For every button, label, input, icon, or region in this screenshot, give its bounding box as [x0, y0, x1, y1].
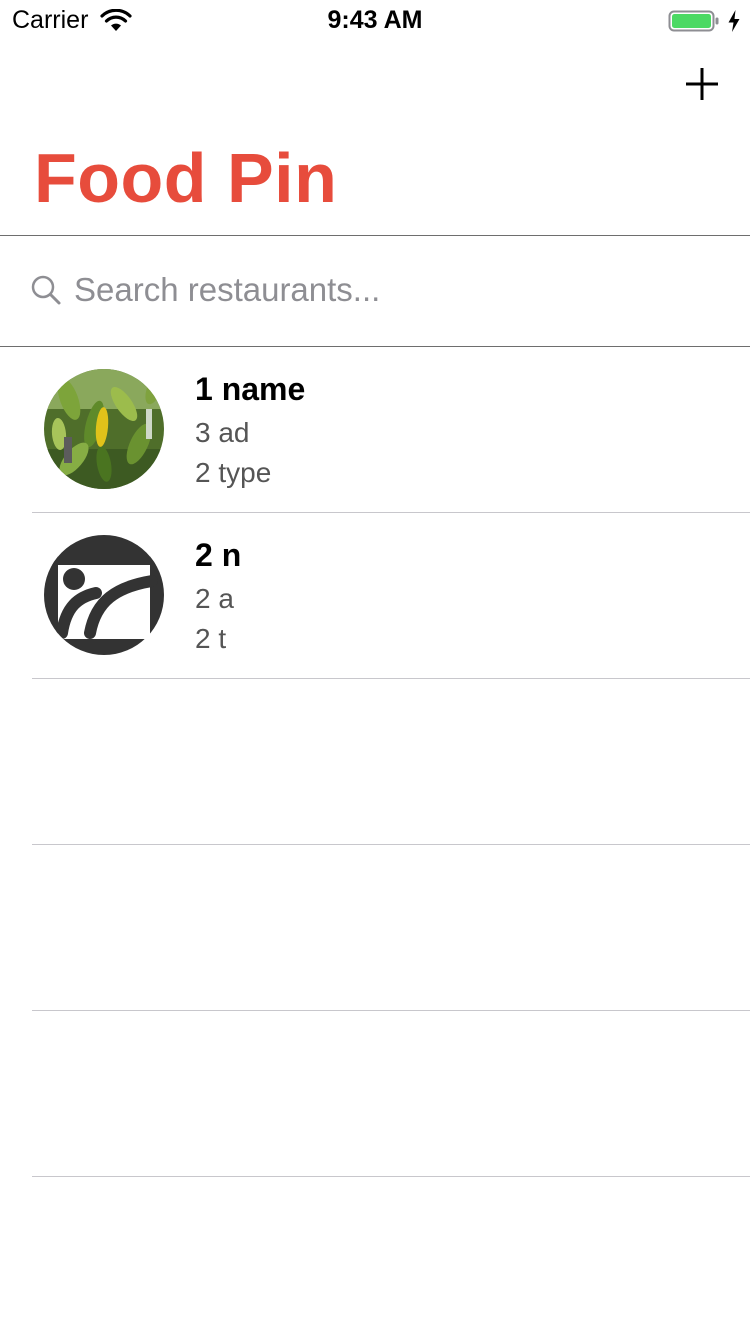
empty-table-row: [0, 845, 750, 1011]
table-row[interactable]: 2 n 2 a 2 t: [0, 513, 750, 679]
leaves-photo-image: [44, 369, 164, 489]
restaurant-name: 1 name: [195, 371, 306, 407]
empty-table-row: [0, 679, 750, 845]
restaurant-thumbnail: [44, 535, 164, 655]
restaurant-location: 3 ad: [195, 417, 250, 448]
charging-bolt-icon: [728, 10, 740, 32]
page-title: Food Pin: [34, 139, 338, 217]
restaurant-name: 2 n: [195, 537, 242, 573]
sport-pictogram-image: [44, 535, 164, 655]
row-separator: [32, 1176, 750, 1177]
restaurant-table: 1 name 3 ad 2 type 2 n 2 a 2 t: [0, 347, 750, 1177]
app-screen: Carrier 9:43 AM Food Pin Search restaura…: [0, 0, 750, 1334]
battery-icon: [668, 10, 719, 32]
restaurant-type: 2 type: [195, 457, 272, 488]
clock: 9:43 AM: [327, 6, 423, 34]
restaurant-thumbnail: [44, 369, 164, 489]
search-input[interactable]: [74, 266, 714, 314]
add-restaurant-button[interactable]: [680, 62, 724, 106]
restaurant-type: 2 t: [195, 623, 227, 654]
search-bar: [0, 236, 750, 346]
table-row[interactable]: 1 name 3 ad 2 type: [0, 347, 750, 513]
plus-icon: [686, 68, 718, 100]
status-bar: Carrier 9:43 AM: [0, 0, 750, 40]
search-icon: [31, 275, 61, 305]
empty-table-row: [0, 1011, 750, 1177]
restaurant-location: 2 a: [195, 583, 234, 614]
